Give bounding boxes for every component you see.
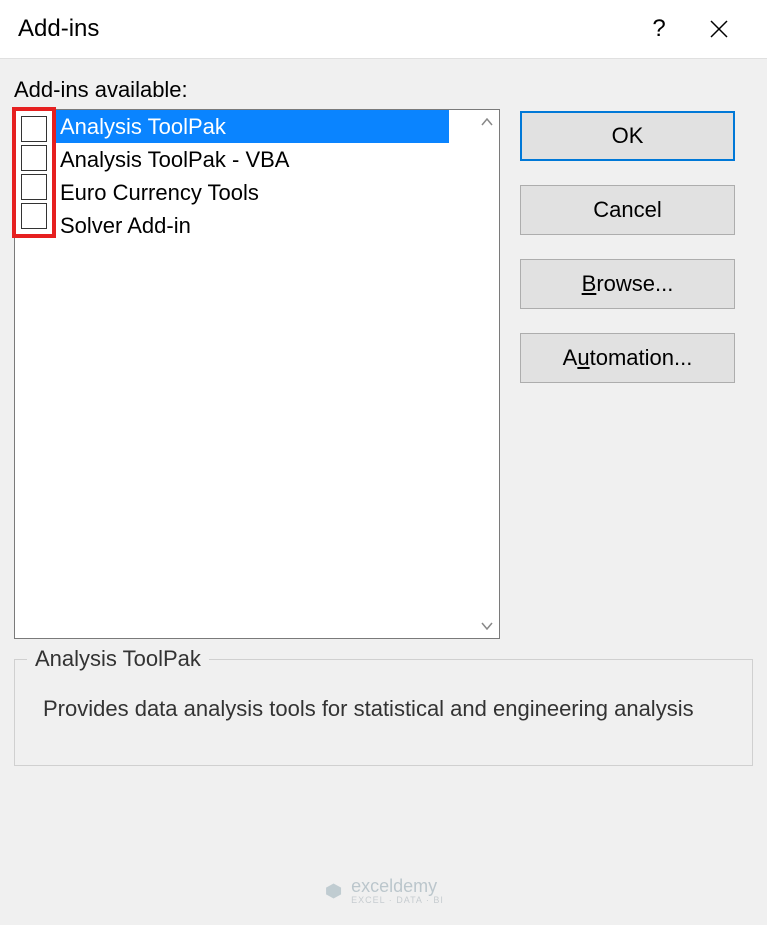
watermark: exceldemy EXCEL · DATA · BI [323,876,444,905]
scroll-up-icon[interactable] [476,111,498,133]
list-item[interactable]: Analysis ToolPak - VBA [54,143,475,176]
main-row: Analysis ToolPak Analysis ToolPak - VBA … [14,109,753,639]
browse-button[interactable]: Browse... [520,259,735,309]
scroll-down-icon[interactable] [476,615,498,637]
watermark-icon [323,881,343,901]
addins-listbox-wrap: Analysis ToolPak Analysis ToolPak - VBA … [14,109,500,639]
help-button[interactable]: ? [629,0,689,59]
watermark-sub: EXCEL · DATA · BI [351,895,444,905]
description-title: Analysis ToolPak [27,646,209,672]
checkbox-analysis-toolpak[interactable] [21,116,47,142]
dialog-content: Add-ins available: Analysis ToolPak Anal… [0,59,767,925]
scrollbar[interactable] [476,111,498,637]
description-panel: Analysis ToolPak Provides data analysis … [14,659,753,766]
list-item[interactable]: Euro Currency Tools [54,176,475,209]
cancel-button[interactable]: Cancel [520,185,735,235]
button-column: OK Cancel Browse... Automation... [520,109,735,639]
ok-button[interactable]: OK [520,111,735,161]
addins-listbox[interactable]: Analysis ToolPak Analysis ToolPak - VBA … [14,109,500,639]
close-icon [709,19,729,39]
list-item[interactable]: Analysis ToolPak [54,110,449,143]
dialog-title: Add-ins [18,15,629,43]
automation-button[interactable]: Automation... [520,333,735,383]
list-item[interactable]: Solver Add-in [54,209,475,242]
watermark-brand: exceldemy [351,876,437,896]
titlebar: Add-ins ? [0,0,767,59]
checkbox-euro-currency-tools[interactable] [21,174,47,200]
checkbox-solver-addin[interactable] [21,203,47,229]
checkbox-analysis-toolpak-vba[interactable] [21,145,47,171]
close-button[interactable] [689,0,749,59]
description-text: Provides data analysis tools for statist… [43,692,724,725]
checkbox-highlight [12,107,56,238]
addins-available-label: Add-ins available: [14,77,753,103]
